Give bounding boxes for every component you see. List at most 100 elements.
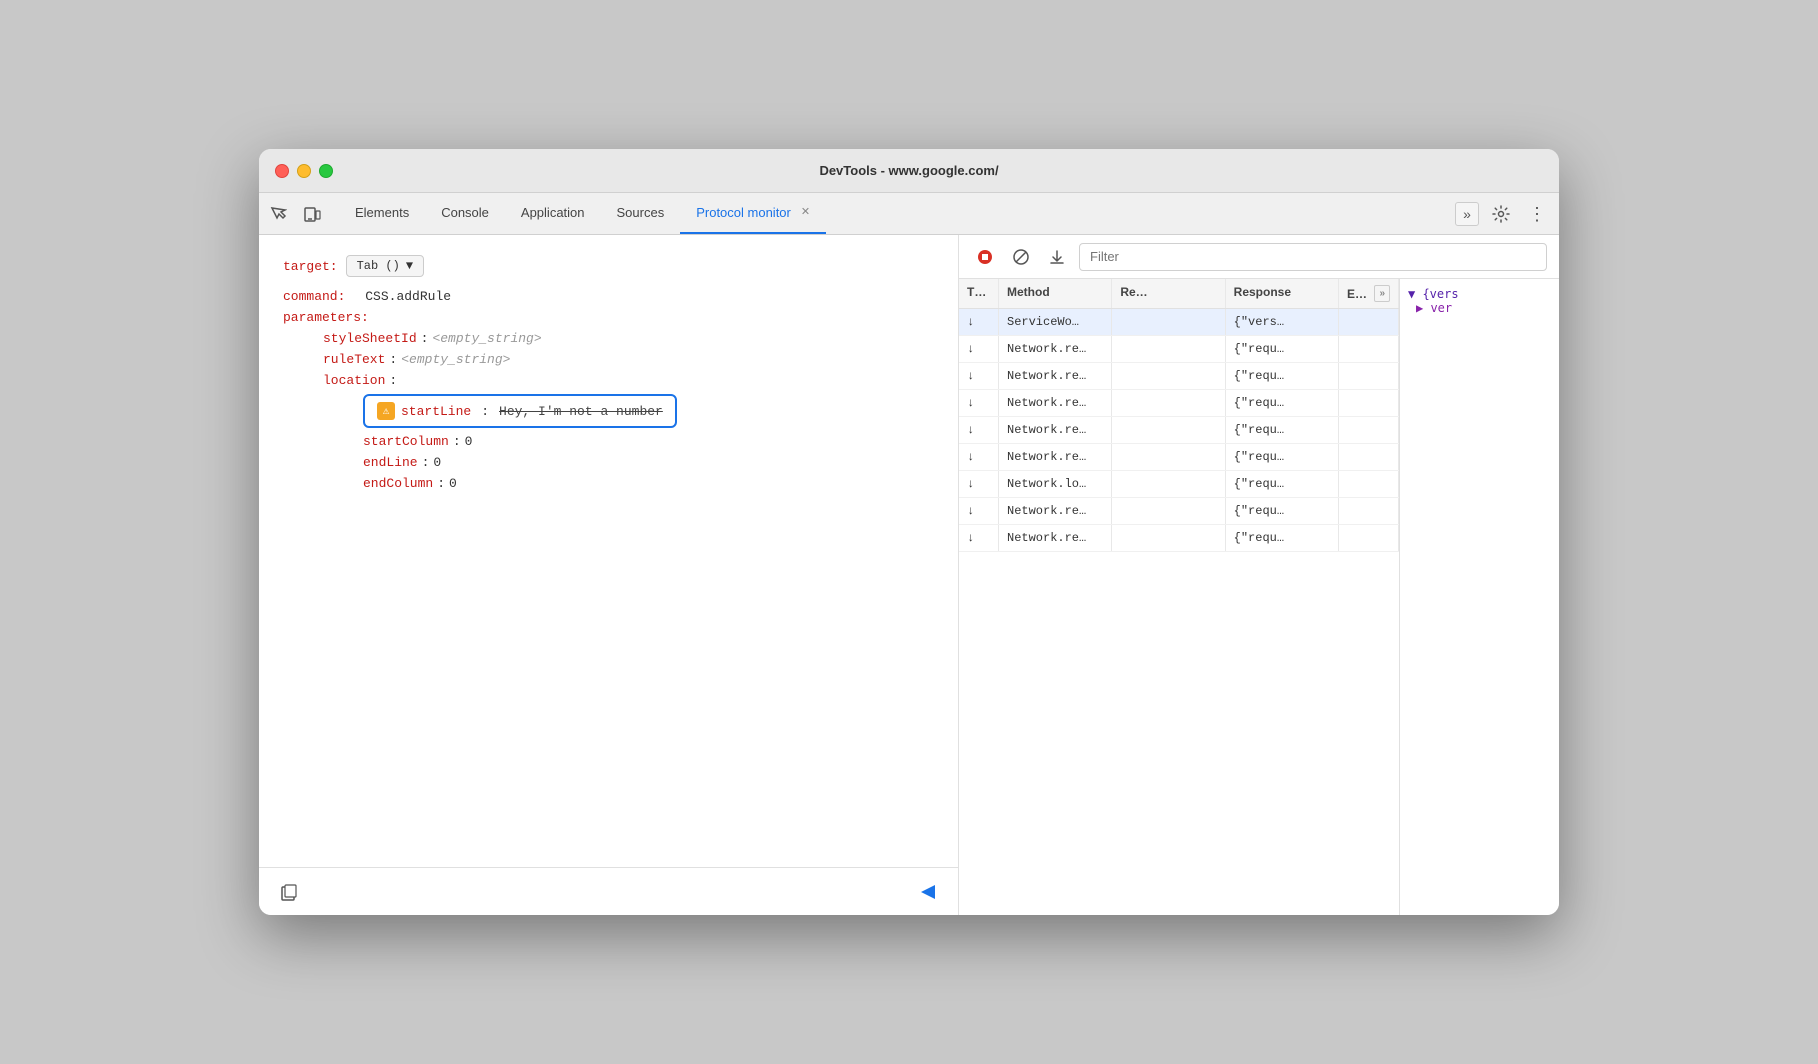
cell-request: [1112, 498, 1225, 524]
cell-method: Network.re…: [999, 417, 1112, 443]
cell-request: [1112, 417, 1225, 443]
col-header-type: T…: [959, 279, 999, 308]
clear-button[interactable]: [1007, 243, 1035, 271]
left-panel-footer: [259, 867, 958, 915]
tab-elements[interactable]: Elements: [339, 193, 425, 234]
table-row[interactable]: ↓ Network.lo… {"requ…: [959, 471, 1399, 498]
more-columns-button[interactable]: »: [1374, 285, 1390, 302]
filter-input[interactable]: [1079, 243, 1547, 271]
cell-method: Network.re…: [999, 498, 1112, 524]
cell-request: [1112, 363, 1225, 389]
close-button[interactable]: [275, 164, 289, 178]
table-row[interactable]: ↓ Network.re… {"requ…: [959, 498, 1399, 525]
tabbar: Elements Console Application Sources Pro…: [259, 193, 1559, 235]
tab-sources[interactable]: Sources: [601, 193, 681, 234]
cell-extra: [1339, 498, 1399, 524]
table-row[interactable]: ↓ Network.re… {"requ…: [959, 363, 1399, 390]
table-row[interactable]: ↓ Network.re… {"requ…: [959, 525, 1399, 552]
more-tabs-button[interactable]: »: [1455, 202, 1479, 226]
command-row: command: CSS.addRule: [283, 289, 934, 304]
rule-text-row: ruleText : <empty_string>: [283, 352, 934, 367]
col-header-extra: E… »: [1339, 279, 1399, 308]
cell-request: [1112, 471, 1225, 497]
devtools-window: DevTools - www.google.com/ Elements Cons…: [259, 149, 1559, 915]
cell-extra: [1339, 525, 1399, 551]
traffic-lights: [275, 164, 333, 178]
cell-response: {"requ…: [1226, 390, 1339, 416]
table-header: T… Method Re… Response E… »: [959, 279, 1399, 309]
start-line-label: startLine: [401, 404, 471, 419]
cell-method: Network.re…: [999, 525, 1112, 551]
table-row[interactable]: ↓ Network.re… {"requ…: [959, 444, 1399, 471]
cell-method: ServiceWo…: [999, 309, 1112, 335]
cell-method: Network.re…: [999, 390, 1112, 416]
right-table-area: T… Method Re… Response E… » ↓ ServiceWo…: [959, 279, 1559, 915]
tab-close-icon[interactable]: ✕: [801, 207, 810, 218]
settings-button[interactable]: [1487, 200, 1515, 228]
cell-extra: [1339, 417, 1399, 443]
table-row[interactable]: ↓ Network.re… {"requ…: [959, 336, 1399, 363]
start-line-value: Hey, I'm not a number: [499, 404, 663, 419]
table-main: T… Method Re… Response E… » ↓ ServiceWo…: [959, 279, 1399, 915]
col-header-response: Response: [1226, 279, 1339, 308]
cell-type: ↓: [959, 336, 999, 362]
more-options-button[interactable]: ⋮: [1523, 200, 1551, 228]
detail-content: ▼ {vers ▶ ver: [1408, 287, 1551, 315]
cell-extra: [1339, 309, 1399, 335]
titlebar: DevTools - www.google.com/: [259, 149, 1559, 193]
cell-method: Network.re…: [999, 444, 1112, 470]
cell-request: [1112, 444, 1225, 470]
device-icon[interactable]: [301, 203, 323, 225]
cell-extra: [1339, 390, 1399, 416]
maximize-button[interactable]: [319, 164, 333, 178]
cell-response: {"requ…: [1226, 363, 1339, 389]
cell-type: ↓: [959, 417, 999, 443]
cell-response: {"requ…: [1226, 525, 1339, 551]
cell-response: {"requ…: [1226, 336, 1339, 362]
left-panel: target: Tab () ▼ command: CSS.addRule pa…: [259, 235, 959, 915]
cell-method: Network.re…: [999, 363, 1112, 389]
start-column-row: startColumn : 0: [283, 434, 934, 449]
cell-request: [1112, 525, 1225, 551]
warning-icon: ⚠: [377, 402, 395, 420]
cell-response: {"requ…: [1226, 471, 1339, 497]
left-panel-content: target: Tab () ▼ command: CSS.addRule pa…: [259, 235, 958, 867]
cell-type: ↓: [959, 444, 999, 470]
cell-type: ↓: [959, 498, 999, 524]
tabbar-right: » ⋮: [1455, 193, 1551, 234]
col-header-method: Method: [999, 279, 1112, 308]
cell-method: Network.re…: [999, 336, 1112, 362]
main-content: target: Tab () ▼ command: CSS.addRule pa…: [259, 235, 1559, 915]
location-row: location :: [283, 373, 934, 388]
end-column-row: endColumn : 0: [283, 476, 934, 491]
copy-button[interactable]: [275, 878, 303, 906]
cell-type: ↓: [959, 363, 999, 389]
cell-extra: [1339, 363, 1399, 389]
cell-method: Network.lo…: [999, 471, 1112, 497]
target-dropdown[interactable]: Tab () ▼: [346, 255, 424, 277]
cell-response: {"requ…: [1226, 444, 1339, 470]
tab-application[interactable]: Application: [505, 193, 601, 234]
table-row[interactable]: ↓ ServiceWo… {"vers…: [959, 309, 1399, 336]
tab-console[interactable]: Console: [425, 193, 505, 234]
cell-request: [1112, 390, 1225, 416]
tabbar-icons: [267, 193, 323, 234]
cell-type: ↓: [959, 525, 999, 551]
cell-request: [1112, 336, 1225, 362]
download-button[interactable]: [1043, 243, 1071, 271]
style-sheet-id-row: styleSheetId : <empty_string>: [283, 331, 934, 346]
send-button[interactable]: [914, 878, 942, 906]
inspect-icon[interactable]: [267, 203, 289, 225]
stop-button[interactable]: [971, 243, 999, 271]
minimize-button[interactable]: [297, 164, 311, 178]
cell-extra: [1339, 471, 1399, 497]
detail-sub-item: ▶ ver: [1408, 301, 1551, 315]
cell-response: {"requ…: [1226, 498, 1339, 524]
tab-protocol-monitor[interactable]: Protocol monitor ✕: [680, 193, 826, 234]
cell-response: {"requ…: [1226, 417, 1339, 443]
cell-request: [1112, 309, 1225, 335]
start-line-warning-row: ⚠ startLine : Hey, I'm not a number: [363, 394, 677, 428]
table-row[interactable]: ↓ Network.re… {"requ…: [959, 417, 1399, 444]
table-row[interactable]: ↓ Network.re… {"requ…: [959, 390, 1399, 417]
detail-panel: ▼ {vers ▶ ver: [1399, 279, 1559, 915]
